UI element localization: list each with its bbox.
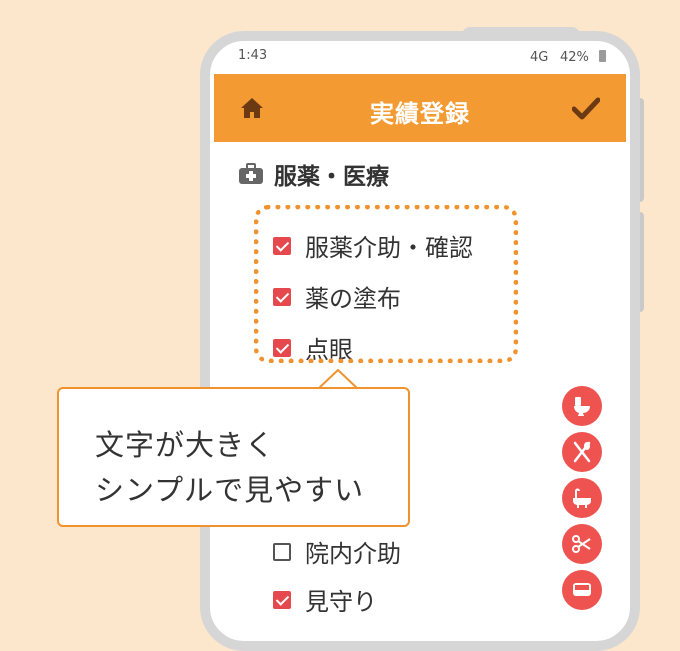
callout-line-1: 文字が大きく xyxy=(95,428,276,462)
page-title: 実績登録 xyxy=(370,100,470,128)
app-bar: 実績登録 xyxy=(214,74,626,142)
status-bar: 1:43 4G 42% xyxy=(210,41,630,67)
status-time: 1:43 xyxy=(238,48,268,63)
transport-button[interactable] xyxy=(562,570,602,610)
medical-kit-icon xyxy=(239,163,263,184)
section-header: 服薬・医療 xyxy=(238,157,389,191)
meal-button[interactable] xyxy=(562,432,602,472)
checkbox[interactable] xyxy=(273,542,291,561)
scissors-icon xyxy=(572,535,591,553)
network-indicator: 4G xyxy=(530,50,549,65)
bath-button[interactable] xyxy=(562,478,602,518)
checklist-item[interactable]: 院内介助 xyxy=(273,534,401,569)
battery-icon xyxy=(599,50,606,62)
callout-box: 文字が大きく シンプルで見やすい xyxy=(57,387,410,527)
item-label: 院内介助 xyxy=(305,540,401,568)
toilet-button[interactable] xyxy=(562,386,602,426)
callout-line-2: シンプルで見やすい xyxy=(95,473,365,507)
car-icon xyxy=(573,583,591,596)
check-icon[interactable] xyxy=(572,96,600,120)
battery-level: 42% xyxy=(560,50,589,65)
highlight-frame xyxy=(254,205,518,363)
haircut-button[interactable] xyxy=(562,524,602,564)
bath-icon xyxy=(573,488,591,508)
section-label: 服薬・医療 xyxy=(274,164,389,190)
meal-icon xyxy=(573,441,591,463)
toilet-icon xyxy=(574,397,590,416)
